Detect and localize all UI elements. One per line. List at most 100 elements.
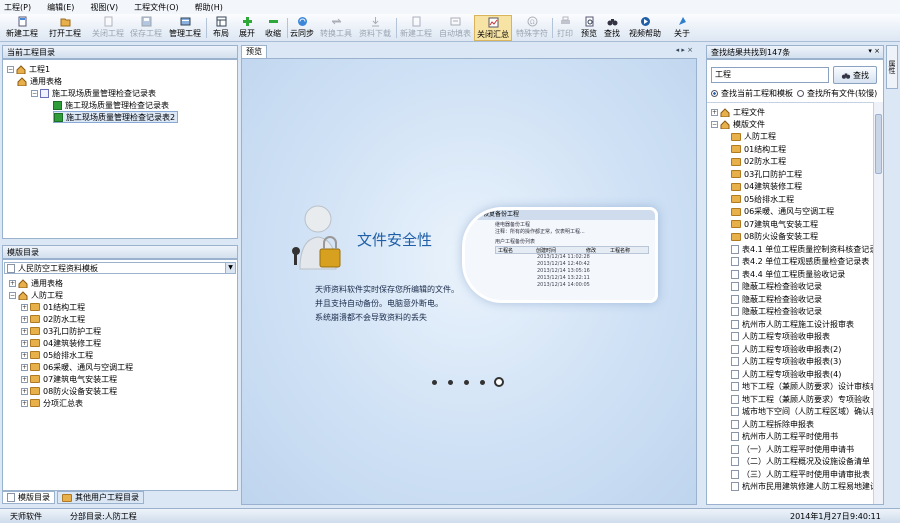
expand-toggle[interactable]: + — [21, 363, 28, 371]
result-project-files[interactable]: + 工程文件 — [711, 106, 765, 118]
result-item[interactable]: 06采暖、通风与空调工程 — [731, 206, 834, 218]
result-item[interactable]: 杭州市民用建筑修建人防工程易地建设 — [731, 481, 873, 493]
tree-node-record-1[interactable]: 施工现场质量管理检查记录表 — [53, 99, 169, 111]
expand-toggle[interactable]: + — [9, 279, 16, 287]
result-item[interactable]: （一）人防工程平时使用申请书 — [731, 443, 854, 455]
radio-current-selected[interactable] — [711, 90, 718, 97]
tree-node-structure[interactable]: +01结构工程 — [21, 301, 85, 313]
close-summary-button[interactable]: 关闭汇总 — [474, 15, 512, 41]
tree-node-plumbing[interactable]: +05给排水工程 — [21, 349, 93, 361]
tree-node-general[interactable]: + 通用表格 — [9, 277, 63, 289]
side-tab-properties[interactable]: 属性 — [886, 45, 898, 89]
find-button[interactable]: 查找 — [601, 15, 623, 41]
result-item[interactable]: 城市地下空间（人防工程区域）确认表 — [731, 406, 873, 418]
tree-node-orifice[interactable]: +03孔口防护工程 — [21, 325, 101, 337]
expand-toggle[interactable]: + — [21, 387, 28, 395]
collapse-toggle[interactable]: − — [31, 89, 38, 97]
tab-other-users[interactable]: 其他用户工程目录 — [57, 491, 144, 504]
result-item[interactable]: 地下工程（兼顾人防要求）设计审核表 — [731, 381, 873, 393]
result-item[interactable]: 01结构工程 — [731, 143, 786, 155]
carousel-dot[interactable] — [464, 380, 469, 385]
collapse-toggle[interactable]: − — [711, 120, 718, 128]
result-item[interactable]: 04建筑装修工程 — [731, 181, 802, 193]
panel-controls[interactable]: ▾ × — [868, 47, 880, 55]
result-item[interactable]: 隐蔽工程检查验收记录 — [731, 293, 822, 305]
collapse-toggle[interactable]: − — [7, 65, 14, 73]
menu-project-file[interactable]: 工程文件(O) — [134, 2, 179, 13]
result-item[interactable]: 02防水工程 — [731, 156, 786, 168]
manage-project-button[interactable]: 管理工程 — [167, 15, 203, 41]
result-item[interactable]: （三）人防工程平时使用申请审批表 — [731, 468, 870, 480]
expand-toggle[interactable]: + — [21, 399, 28, 407]
tree-node-project1[interactable]: − 工程1 — [7, 63, 50, 75]
carousel-dot[interactable] — [480, 380, 485, 385]
preview-button[interactable]: 预览 — [578, 15, 600, 41]
cloud-sync-button[interactable]: 云同步 — [289, 15, 315, 41]
tree-node-hvac[interactable]: +06采暖、通风与空调工程 — [21, 361, 133, 373]
expand-toggle[interactable]: + — [21, 315, 28, 323]
result-item[interactable]: 表4.4 单位工程质量验收记录 — [731, 268, 845, 280]
download-button[interactable]: 资料下载 — [357, 15, 393, 41]
tree-node-waterproof[interactable]: +02防水工程 — [21, 313, 85, 325]
tab-preview[interactable]: 预览 — [241, 45, 267, 58]
layout-button[interactable]: 布局 — [210, 15, 232, 41]
result-item[interactable]: 03孔口防护工程 — [731, 168, 802, 180]
menu-help[interactable]: 帮助(H) — [195, 2, 223, 13]
result-item[interactable]: 08防火设备安装工程 — [731, 231, 818, 243]
expand-toggle[interactable]: + — [21, 351, 28, 359]
tree-node-record-folder[interactable]: − 施工现场质量管理检查记录表 — [31, 87, 156, 99]
video-help-button[interactable]: 视频帮助 — [627, 15, 663, 41]
search-button[interactable]: 查找 — [833, 66, 877, 84]
result-item[interactable]: 人防工程 — [731, 131, 776, 143]
menu-view[interactable]: 视图(V) — [90, 2, 118, 13]
about-button[interactable]: 关于 — [671, 15, 693, 41]
result-item[interactable]: （二）人防工程概况及设施设备清单 — [731, 456, 870, 468]
expand-toggle[interactable]: + — [711, 108, 718, 116]
tab-scroll-arrows[interactable]: ◂ ▸ × — [676, 46, 693, 54]
template-select[interactable]: 人民防空工程资料模板 ▼ — [4, 262, 236, 274]
auto-fill-button[interactable]: 自动填表 — [437, 15, 473, 41]
tab-template-dir[interactable]: 模版目录 — [2, 491, 55, 504]
close-project-button[interactable]: 关闭工程 — [90, 15, 126, 41]
expand-toggle[interactable]: + — [21, 327, 28, 335]
result-item[interactable]: 隐蔽工程检查验收记录 — [731, 306, 822, 318]
expand-toggle[interactable]: + — [21, 303, 28, 311]
result-item[interactable]: 人防工程拆除申报表 — [731, 418, 814, 430]
result-item[interactable]: 杭州市人防工程平时使用书 — [731, 431, 838, 443]
results-scrollbar[interactable] — [873, 102, 883, 504]
tree-node-fire[interactable]: +08防火设备安装工程 — [21, 385, 117, 397]
tree-node-summary[interactable]: + 分项汇总表 — [21, 397, 83, 409]
radio-all-files[interactable] — [797, 90, 804, 97]
tree-node-general[interactable]: 通用表格 — [17, 75, 62, 87]
tree-node-civil-defense[interactable]: − 人防工程 — [9, 289, 63, 301]
tree-node-record-2[interactable]: 施工现场质量管理检查记录表2 — [53, 111, 179, 123]
save-project-button[interactable]: 保存工程 — [128, 15, 164, 41]
result-item[interactable]: 隐蔽工程检查验收记录 — [731, 281, 822, 293]
chevron-down-icon[interactable]: ▼ — [225, 263, 235, 273]
result-item[interactable]: 表4.2 单位工程观感质量检查记录表 — [731, 256, 869, 268]
result-item[interactable]: 人防工程专项验收申报表(4) — [731, 368, 841, 380]
result-template-files[interactable]: − 模版文件 — [711, 118, 765, 130]
expand-button[interactable]: 展开 — [236, 15, 258, 41]
tree-node-decoration[interactable]: +04建筑装修工程 — [21, 337, 101, 349]
expand-toggle[interactable]: + — [21, 375, 28, 383]
result-item[interactable]: 杭州市人防工程施工设计报审表 — [731, 318, 854, 330]
open-project-button[interactable]: 打开工程 — [47, 15, 83, 41]
expand-toggle[interactable]: + — [21, 339, 28, 347]
tree-node-electrical[interactable]: +07建筑电气安装工程 — [21, 373, 117, 385]
result-item[interactable]: 地下工程（兼顾人防要求）专项验收 — [731, 393, 870, 405]
carousel-dot-active[interactable] — [494, 377, 504, 387]
print-button[interactable]: 打印 — [554, 15, 576, 41]
collapse-button[interactable]: 收缩 — [262, 15, 284, 41]
carousel-dot[interactable] — [432, 380, 437, 385]
convert-tool-button[interactable]: 转换工具 — [318, 15, 354, 41]
scrollbar-thumb[interactable] — [875, 114, 882, 174]
result-item[interactable]: 人防工程专项验收申报表(3) — [731, 356, 841, 368]
result-item[interactable]: 人防工程专项验收申报表 — [731, 331, 830, 343]
new-project-button[interactable]: 新建工程 — [4, 15, 40, 41]
result-item[interactable]: 07建筑电气安装工程 — [731, 218, 818, 230]
search-input[interactable]: 工程 — [711, 67, 829, 83]
result-item[interactable]: 表4.1 单位工程质量控制资料核查记录 — [731, 243, 873, 255]
result-item[interactable]: 人防工程专项验收申报表(2) — [731, 343, 841, 355]
collapse-toggle[interactable]: − — [9, 291, 16, 299]
